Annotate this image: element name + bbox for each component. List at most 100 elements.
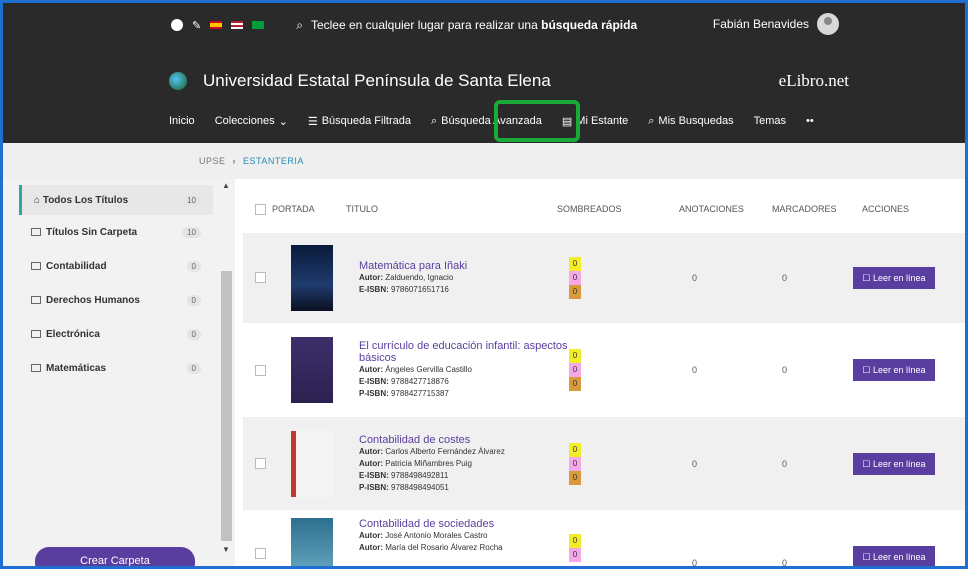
read-online-button[interactable]: ☐ Leer en línea: [853, 452, 935, 475]
shade-counts: 0 0 0: [569, 256, 581, 299]
book-title-link[interactable]: Contabilidad de sociedades: [359, 518, 569, 530]
sidebar-item-electronica[interactable]: Electrónica 0: [19, 317, 213, 351]
sidebar-item-label: Derechos Humanos: [46, 294, 140, 306]
table-row: Contabilidad de costes Autor: Carlos Alb…: [243, 418, 965, 510]
nav-busqueda-filtrada[interactable]: ☰ Búsqueda Filtrada: [308, 115, 411, 128]
count-badge: 0: [186, 294, 201, 306]
marcadores-count: 0: [782, 558, 788, 568]
meta-value: 9788498494051: [391, 482, 449, 492]
header-sombreados: SOMBREADOS: [557, 204, 622, 214]
create-folder-button[interactable]: Crear Carpeta: [35, 547, 195, 566]
spain-flag-icon[interactable]: [210, 21, 223, 29]
folder-icon: [31, 295, 41, 304]
breadcrumb: UPSE › ESTANTERIA: [3, 143, 965, 179]
row-checkbox[interactable]: [255, 272, 266, 283]
read-online-label: Leer en línea: [873, 458, 926, 469]
meta-value: Patricia Miñambres Puig: [385, 458, 472, 468]
sidebar-item-contabilidad[interactable]: Contabilidad 0: [19, 249, 213, 283]
highlight-box: [494, 100, 580, 142]
link-icon[interactable]: ✎: [192, 19, 201, 32]
nav-inicio[interactable]: Inicio: [169, 115, 195, 127]
sidebar-item-label: Matemáticas: [46, 362, 107, 374]
book-icon: ☐: [862, 458, 871, 469]
scroll-up-arrow-icon[interactable]: ▲: [222, 181, 230, 190]
read-online-button[interactable]: ☐ Leer en línea: [853, 546, 935, 566]
meta-value: José Antonio Morales Castro: [385, 531, 488, 540]
sidebar-item-label: Contabilidad: [46, 260, 107, 272]
book-icon: ☐: [862, 272, 871, 283]
app-window: ✎ ⌕ Teclee en cualquier lugar para reali…: [0, 0, 968, 569]
header-anotaciones: ANOTACIONES: [679, 204, 744, 214]
select-all-checkbox[interactable]: [255, 203, 266, 215]
book-cover[interactable]: [291, 430, 333, 497]
sidebar-item-derechos[interactable]: Derechos Humanos 0: [19, 283, 213, 317]
nav-more[interactable]: ••: [806, 115, 814, 127]
chevron-down-icon: ⌄: [278, 115, 288, 128]
folder-open-icon: ⌂: [34, 194, 41, 206]
meta-value: 9788427715387: [391, 389, 449, 398]
breadcrumb-separator: ›: [232, 156, 237, 166]
row-checkbox[interactable]: [255, 458, 266, 469]
book-cover[interactable]: [291, 337, 333, 403]
header-acciones: ACCIONES: [862, 204, 910, 214]
nav-label: Colecciones: [214, 115, 275, 127]
shade-orange: 0: [569, 284, 581, 299]
quick-search[interactable]: ⌕ Teclee en cualquier lugar para realiza…: [296, 18, 637, 33]
meta-value: Zalduendo, Ignacio: [385, 272, 454, 282]
search-prefix: Teclee en cualquier lugar para realizar …: [310, 18, 538, 32]
header-marcadores: MARCADORES: [772, 204, 837, 214]
usa-flag-icon[interactable]: [231, 21, 244, 29]
book-title-link[interactable]: Matemática para Iñaki: [359, 260, 569, 272]
meta-key: Autor:: [359, 446, 383, 456]
meta-key: E-ISBN:: [359, 284, 389, 294]
anotaciones-count: 0: [692, 365, 698, 375]
globe-icon[interactable]: [171, 19, 183, 31]
read-online-button[interactable]: ☐ Leer en línea: [853, 266, 935, 289]
user-menu[interactable]: Fabián Benavides: [713, 13, 839, 35]
meta-value: 9788427718876: [391, 377, 449, 386]
anotaciones-count: 0: [692, 272, 698, 283]
scroll-down-arrow-icon[interactable]: ▼: [222, 545, 230, 554]
book-title-link[interactable]: Contabilidad de costes: [359, 434, 569, 446]
nav-label: ••: [806, 115, 814, 127]
meta-key: E-ISBN:: [359, 470, 389, 480]
shade-yellow: 0: [569, 349, 581, 363]
sidebar-item-sin-carpeta[interactable]: Títulos Sin Carpeta 10: [19, 215, 213, 249]
count-badge: 0: [186, 328, 201, 340]
brand-logo[interactable]: eLibro.net: [779, 71, 849, 91]
nav-colecciones[interactable]: Colecciones ⌄: [215, 115, 288, 128]
sidebar-item-todos[interactable]: ⌂ Todos Los Títulos 10: [19, 185, 213, 215]
sidebar-item-label: Todos Los Títulos: [42, 194, 129, 206]
shade-counts: 0 0 0: [569, 442, 581, 485]
anotaciones-count: 0: [692, 558, 698, 568]
nav-mis-busquedas[interactable]: ⌕ Mis Busquedas: [648, 115, 733, 128]
nav-temas[interactable]: Temas: [754, 115, 786, 127]
anotaciones-count: 0: [692, 458, 698, 469]
meta-value: 9786071651716: [391, 284, 449, 294]
scrollbar-thumb[interactable]: [221, 271, 232, 541]
brazil-flag-icon[interactable]: [252, 21, 265, 29]
nav-label: Temas: [753, 115, 787, 127]
book-icon: ☐: [862, 365, 871, 375]
nav-label: Mi Estante: [576, 115, 629, 127]
top-header: ✎ ⌕ Teclee en cualquier lugar para reali…: [3, 3, 965, 143]
book-title-link[interactable]: El currículo de educación infantil: aspe…: [359, 340, 569, 364]
search-icon: ⌕: [430, 114, 438, 127]
read-online-button[interactable]: ☐ Leer en línea: [853, 359, 935, 381]
meta-value: 9788498492811: [391, 470, 449, 480]
avatar[interactable]: [817, 13, 839, 35]
breadcrumb-root[interactable]: UPSE: [199, 156, 226, 166]
book-cover[interactable]: [291, 244, 333, 311]
shade-pink: 0: [569, 456, 581, 471]
sidebar-item-matematicas[interactable]: Matemáticas 0: [19, 351, 213, 385]
nav-label: Mis Busquedas: [658, 115, 734, 127]
language-selector: ✎: [171, 19, 265, 32]
row-checkbox[interactable]: [255, 548, 266, 559]
nav-label: Búsqueda Filtrada: [321, 115, 411, 127]
read-online-label: Leer en línea: [873, 272, 926, 283]
shade-yellow: 0: [569, 534, 581, 548]
shade-yellow: 0: [569, 442, 581, 457]
breadcrumb-current[interactable]: ESTANTERIA: [243, 156, 304, 166]
row-checkbox[interactable]: [255, 364, 266, 376]
book-cover[interactable]: [291, 518, 333, 566]
